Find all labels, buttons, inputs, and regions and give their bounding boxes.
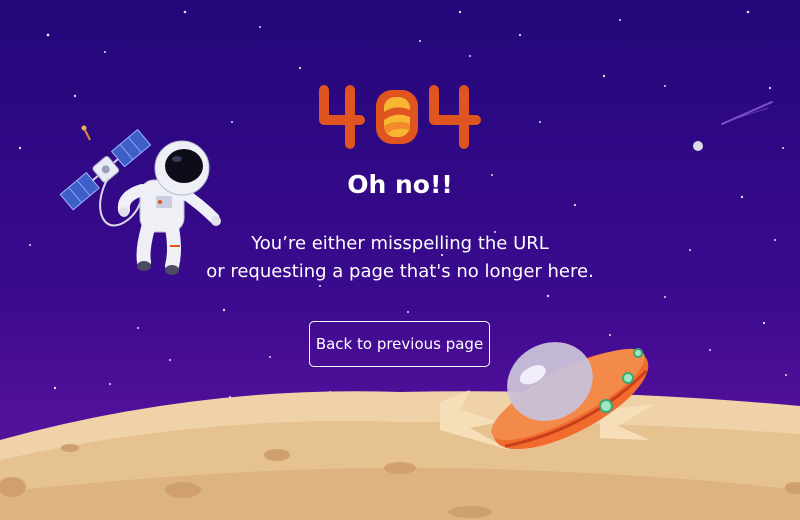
error-code-404-logo: 404 <box>319 85 481 149</box>
moon-surface-icon <box>0 342 800 520</box>
astronaut-icon <box>59 125 221 275</box>
meteor-icon <box>721 101 773 125</box>
planet-icon <box>693 141 703 151</box>
